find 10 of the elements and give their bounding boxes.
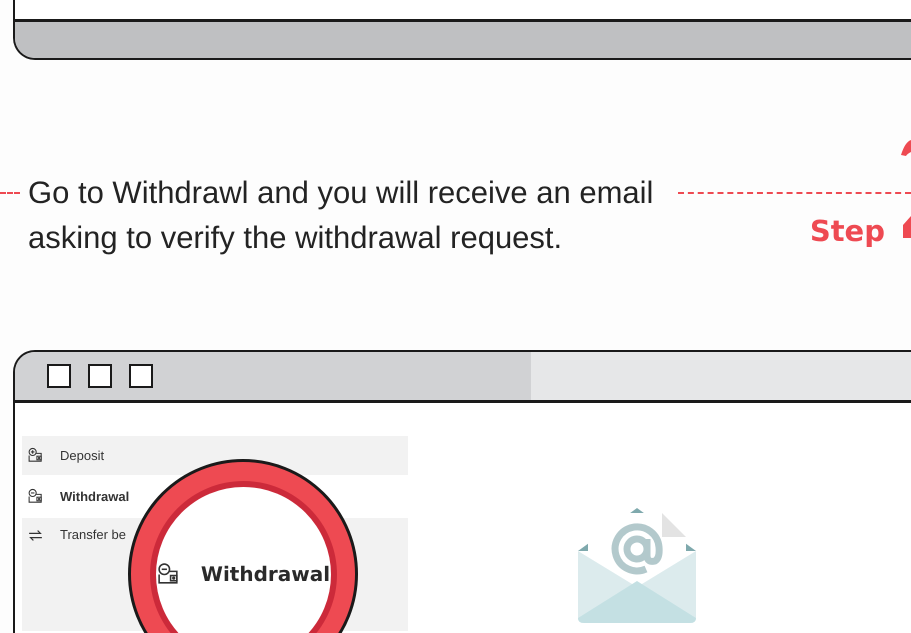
- window-control[interactable]: [129, 364, 153, 388]
- wallet-plus-icon: [27, 447, 44, 464]
- instruction-text: Go to Withdrawl and you will receive an email asking to verify the withdrawal request.: [28, 174, 654, 257]
- window-control[interactable]: [88, 364, 112, 388]
- leader-line: [0, 192, 20, 194]
- window-control[interactable]: [47, 364, 71, 388]
- menu-item[interactable]: Deposit: [22, 436, 408, 475]
- wallet-minus-icon: [27, 488, 44, 505]
- step-label: Step: [810, 214, 885, 248]
- magnified-label: Withdrawal: [200, 562, 330, 586]
